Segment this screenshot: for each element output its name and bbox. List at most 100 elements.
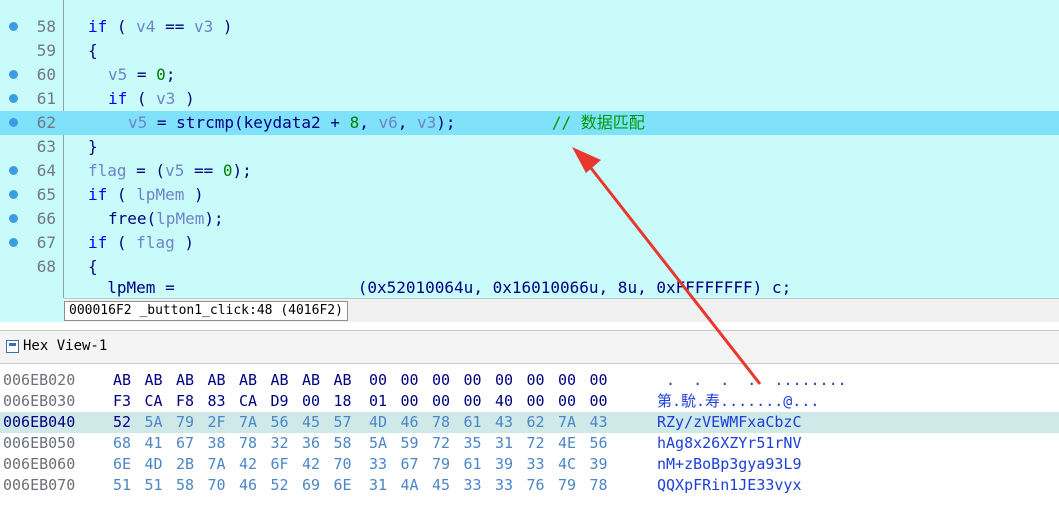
hex-byte[interactable]: 4C [558, 454, 576, 475]
hex-byte[interactable]: 6E [334, 475, 352, 496]
hex-byte[interactable]: D9 [271, 391, 289, 412]
hex-byte[interactable]: 33 [495, 475, 513, 496]
hex-byte[interactable]: 41 [145, 433, 163, 454]
hex-byte[interactable]: 00 [432, 370, 450, 391]
hex-byte[interactable]: 56 [271, 412, 289, 433]
code-line[interactable]: 61 if ( v3 ) [0, 87, 1059, 111]
hex-byte[interactable]: AB [302, 370, 320, 391]
hex-byte[interactable]: 32 [271, 433, 289, 454]
hex-byte[interactable]: 36 [302, 433, 320, 454]
hex-byte[interactable]: 72 [432, 433, 450, 454]
hex-byte[interactable]: 00 [432, 391, 450, 412]
hex-byte[interactable]: 42 [239, 454, 257, 475]
hex-byte[interactable]: 46 [401, 412, 419, 433]
hex-byte[interactable]: AB [271, 370, 289, 391]
hex-byte[interactable]: 33 [464, 475, 482, 496]
hex-byte[interactable]: 79 [432, 454, 450, 475]
hex-ascii[interactable]: QQXpFRin1JE33vyx [657, 475, 802, 496]
hex-byte[interactable]: AB [176, 370, 194, 391]
hex-row[interactable]: 006EB070 51 51 58 70 46 52 69 6E 31 4A 45 33 33 76 79 78… [0, 475, 1059, 496]
code-line[interactable]: 62 v5 = strcmp(keydata2 + 8, v6, v3); // … [0, 111, 1059, 135]
hex-byte[interactable]: 78 [432, 412, 450, 433]
hex-byte[interactable]: 43 [495, 412, 513, 433]
hex-byte[interactable]: 00 [302, 391, 320, 412]
hex-byte[interactable]: 83 [208, 391, 226, 412]
hex-byte[interactable]: 67 [401, 454, 419, 475]
hex-byte[interactable]: 00 [464, 391, 482, 412]
hex-byte[interactable]: 42 [302, 454, 320, 475]
code-line[interactable]: 65 if ( lpMem ) [0, 183, 1059, 207]
hex-byte[interactable]: 00 [527, 391, 545, 412]
hex-byte[interactable]: 52 [271, 475, 289, 496]
hex-byte[interactable]: 70 [208, 475, 226, 496]
hex-row[interactable]: 006EB020 AB AB AB AB AB AB AB AB 00 00 00 00 00 00 00 00… [0, 370, 1059, 391]
hex-byte[interactable]: 68 [113, 433, 131, 454]
hex-byte[interactable]: 79 [176, 412, 194, 433]
hex-byte[interactable]: 40 [495, 391, 513, 412]
hex-byte[interactable]: 4E [558, 433, 576, 454]
hex-row[interactable]: 006EB040 52 5A 79 2F 7A 56 45 57 4D 46 78 61 43 62 7A 43… [0, 412, 1059, 433]
hex-ascii[interactable]: nM+zBoBp3gya93L9 [657, 454, 802, 475]
hex-byte[interactable]: 33 [527, 454, 545, 475]
hex-byte[interactable]: 62 [527, 412, 545, 433]
hex-byte[interactable]: 45 [302, 412, 320, 433]
hex-byte[interactable]: CA [239, 391, 257, 412]
hex-byte[interactable]: 00 [590, 370, 608, 391]
hex-byte[interactable]: 2B [176, 454, 194, 475]
hex-byte[interactable]: AB [208, 370, 226, 391]
hex-byte[interactable]: 39 [495, 454, 513, 475]
hex-byte[interactable]: 58 [334, 433, 352, 454]
hex-byte[interactable]: 4D [145, 454, 163, 475]
hex-byte[interactable]: 38 [208, 433, 226, 454]
hex-byte[interactable]: 00 [527, 370, 545, 391]
pseudocode-view[interactable]: 58 if ( v4 == v3 ) 59{60 v5 = 0; 61 if ( v3 )… [0, 0, 1059, 322]
hex-byte[interactable]: 72 [527, 433, 545, 454]
hex-byte[interactable]: 31 [495, 433, 513, 454]
hex-byte[interactable]: 58 [176, 475, 194, 496]
hex-byte[interactable]: 51 [113, 475, 131, 496]
code-line[interactable]: 60 v5 = 0; [0, 63, 1059, 87]
hex-byte[interactable]: CA [145, 391, 163, 412]
hex-row[interactable]: 006EB060 6E 4D 2B 7A 42 6F 42 70 33 67 79 61 39 33 4C 39… [0, 454, 1059, 475]
hex-byte[interactable]: AB [334, 370, 352, 391]
hex-row[interactable]: 006EB050 68 41 67 38 78 32 36 58 5A 59 72 35 31 72 4E 56… [0, 433, 1059, 454]
hex-byte[interactable]: 7A [208, 454, 226, 475]
hex-byte[interactable]: 00 [590, 391, 608, 412]
hex-byte[interactable]: 78 [239, 433, 257, 454]
code-line[interactable]: 66 free(lpMem); [0, 207, 1059, 231]
hex-byte[interactable]: 00 [369, 370, 387, 391]
hex-byte[interactable]: 56 [590, 433, 608, 454]
hex-ascii[interactable]: . . . . ........ [657, 370, 847, 391]
hex-ascii[interactable]: 第.馻.寿.......@... [657, 391, 819, 412]
code-line[interactable]: 63} [0, 135, 1059, 159]
hex-byte[interactable]: 31 [369, 475, 387, 496]
hex-ascii[interactable]: hAg8x26XZYr51rNV [657, 433, 802, 454]
hex-byte[interactable]: 61 [464, 412, 482, 433]
hex-byte[interactable]: 61 [464, 454, 482, 475]
hex-row[interactable]: 006EB030 F3 CA F8 83 CA D9 00 18 01 00 00 00 40 00 00 00… [0, 391, 1059, 412]
code-line[interactable]: 58 if ( v4 == v3 ) [0, 15, 1059, 39]
hex-byte[interactable]: 01 [369, 391, 387, 412]
hex-byte[interactable]: F8 [176, 391, 194, 412]
hex-byte[interactable]: 33 [369, 454, 387, 475]
hex-byte[interactable]: AB [113, 370, 131, 391]
hex-byte[interactable]: 2F [208, 412, 226, 433]
hex-byte[interactable]: 69 [302, 475, 320, 496]
hex-byte[interactable]: 00 [495, 370, 513, 391]
hex-byte[interactable]: F3 [113, 391, 131, 412]
hex-byte[interactable]: 79 [558, 475, 576, 496]
hex-byte[interactable]: 6F [271, 454, 289, 475]
hex-byte[interactable]: 67 [176, 433, 194, 454]
hex-byte[interactable]: AB [239, 370, 257, 391]
hex-byte[interactable]: 46 [239, 475, 257, 496]
hex-byte[interactable]: 45 [432, 475, 450, 496]
code-line[interactable]: 59 { [0, 39, 1059, 63]
hex-byte[interactable]: 70 [334, 454, 352, 475]
hex-byte[interactable]: 78 [590, 475, 608, 496]
hex-byte[interactable]: 7A [558, 412, 576, 433]
hex-byte[interactable]: 00 [558, 370, 576, 391]
hex-byte[interactable]: 18 [334, 391, 352, 412]
hex-byte[interactable]: 00 [401, 391, 419, 412]
hex-byte[interactable]: 59 [401, 433, 419, 454]
code-line[interactable]: 67 if ( flag ) [0, 231, 1059, 255]
